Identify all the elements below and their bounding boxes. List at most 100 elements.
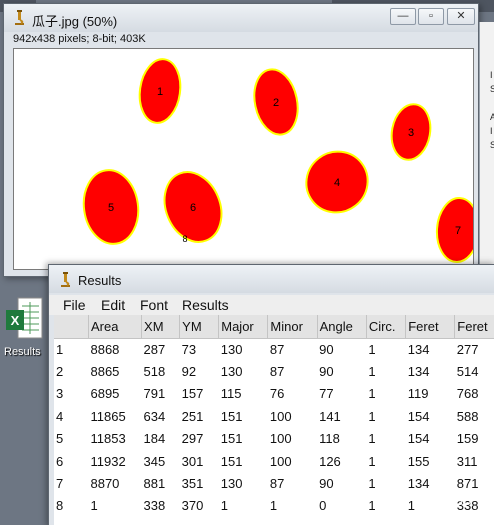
- particle-5: 5: [82, 169, 140, 245]
- excel-file-icon[interactable]: X: [6, 296, 44, 342]
- table-cell: 1: [368, 453, 376, 469]
- table-cell: 345: [143, 453, 166, 469]
- menu-edit[interactable]: Edit: [101, 297, 125, 313]
- column-header[interactable]: Circ.: [366, 315, 407, 339]
- imagej-microscope-icon: [61, 272, 70, 287]
- table-cell: 184: [143, 431, 166, 447]
- close-button[interactable]: ✕: [447, 8, 475, 25]
- particle-label: 6: [190, 202, 196, 214]
- table-cell: 11865: [90, 408, 126, 424]
- table-cell: 87: [269, 364, 285, 380]
- table-row[interactable]: 4 11865 634 251 151 100 141 1 154 588: [54, 405, 494, 427]
- table-cell: 11853: [90, 431, 126, 447]
- table-cell: 297: [181, 431, 204, 447]
- table-cell: 90: [319, 364, 334, 380]
- column-header[interactable]: XM: [141, 315, 181, 339]
- table-row[interactable]: 1 8868 287 73 130 87 90 1 134 277: [54, 338, 494, 360]
- menu-font[interactable]: Font: [140, 297, 168, 313]
- image-window: 瓜子.jpg (50%) — ▫ ✕ 942x438 pixels; 8-bit…: [3, 3, 479, 277]
- table-cell: 287: [143, 341, 166, 357]
- table-cell: 115: [220, 386, 242, 402]
- table-cell: 6895: [90, 386, 120, 402]
- background-window-edge: I S A I S: [479, 22, 494, 272]
- results-table: Area XM YM Major Minor Angle Circ. Feret Feret 1…: [54, 315, 494, 517]
- table-cell: 351: [181, 476, 204, 492]
- particle-6: 6: [163, 171, 223, 243]
- table-cell: 100: [269, 408, 292, 424]
- minimize-button[interactable]: —: [390, 8, 416, 25]
- table-cell: 301: [181, 453, 204, 469]
- column-header[interactable]: Feret: [454, 315, 494, 339]
- image-window-title: 瓜子.jpg (50%): [32, 14, 118, 29]
- table-cell: 151: [220, 431, 243, 447]
- particle-label: 3: [408, 127, 414, 139]
- table-cell: 1: [269, 498, 278, 514]
- results-window: Results File Edit Font Results Area XM YM M…: [48, 264, 494, 525]
- table-row[interactable]: 2 8865 518 92 130 87 90 1 134 514: [54, 360, 494, 382]
- desktop-icon-label[interactable]: Results: [4, 346, 41, 358]
- table-cell: 338: [143, 498, 166, 514]
- table-cell: 881: [143, 476, 166, 492]
- row-number: 2: [56, 364, 64, 380]
- table-cell: 77: [319, 386, 334, 402]
- maximize-button[interactable]: ▫: [418, 8, 444, 25]
- row-number: 4: [56, 408, 64, 424]
- column-header[interactable]: Minor: [267, 315, 318, 339]
- table-cell: 1: [368, 364, 376, 380]
- watermark: 知乎 @myhab: [383, 492, 472, 508]
- table-cell: 154: [407, 408, 430, 424]
- particle-label: 5: [108, 202, 114, 214]
- image-window-titlebar[interactable]: 瓜子.jpg (50%) — ▫ ✕: [4, 4, 478, 32]
- table-cell: 100: [269, 453, 292, 469]
- table-row[interactable]: 5 11853 184 297 151 100 118 1 154 159: [54, 428, 494, 450]
- particle-7: 7: [435, 197, 473, 263]
- column-header[interactable]: Angle: [317, 315, 367, 339]
- table-cell: 768: [456, 386, 479, 402]
- table-cell: 87: [269, 341, 285, 357]
- table-cell: 118: [319, 431, 340, 447]
- maximize-icon: ▫: [429, 10, 433, 22]
- table-cell: 311: [456, 453, 478, 469]
- particle-3: 3: [390, 103, 432, 161]
- column-header[interactable]: Major: [218, 315, 269, 339]
- column-header[interactable]: YM: [179, 315, 220, 339]
- table-cell: 134: [407, 341, 430, 357]
- table-row[interactable]: 3 6895 791 157 115 76 77 1 119 768: [54, 383, 494, 405]
- particle-4: 4: [305, 150, 369, 214]
- table-cell: 92: [181, 364, 197, 380]
- menu-file[interactable]: File: [63, 297, 86, 313]
- column-header[interactable]: Area: [88, 315, 143, 339]
- table-cell: 141: [319, 408, 341, 424]
- column-header[interactable]: [54, 315, 89, 339]
- table-cell: 155: [407, 453, 430, 469]
- table-cell: 154: [407, 431, 430, 447]
- table-cell: 87: [269, 476, 285, 492]
- table-cell: 1: [220, 498, 228, 514]
- particle-1: 1: [138, 58, 182, 124]
- results-window-titlebar[interactable]: Results: [49, 265, 494, 293]
- svg-text:X: X: [11, 313, 20, 328]
- table-cell: 159: [456, 431, 479, 447]
- row-number: 1: [56, 341, 64, 357]
- table-cell: 0: [319, 498, 327, 514]
- results-menubar: File Edit Font Results: [49, 295, 494, 315]
- table-cell: 8870: [90, 476, 120, 492]
- image-canvas[interactable]: 1 2 3 4 5 6 7 8: [13, 48, 474, 270]
- table-cell: 251: [181, 408, 204, 424]
- row-number: 3: [56, 386, 64, 402]
- table-header-row: Area XM YM Major Minor Angle Circ. Feret Feret: [54, 315, 494, 339]
- table-cell: 100: [269, 431, 292, 447]
- row-number: 7: [56, 476, 64, 492]
- table-cell: 76: [269, 386, 285, 402]
- table-cell: 119: [407, 386, 429, 402]
- table-cell: 370: [181, 498, 204, 514]
- table-cell: 1: [368, 341, 376, 357]
- table-cell: 157: [181, 386, 204, 402]
- menu-results[interactable]: Results: [182, 297, 229, 313]
- particle-label: 4: [334, 177, 340, 189]
- table-cell: 90: [319, 476, 334, 492]
- image-info-bar: 942x438 pixels; 8-bit; 403K: [13, 33, 146, 45]
- stray-particle-label: 8: [182, 234, 187, 244]
- column-header[interactable]: Feret: [405, 315, 456, 339]
- table-row[interactable]: 6 11932 345 301 151 100 126 1 155 311: [54, 450, 494, 472]
